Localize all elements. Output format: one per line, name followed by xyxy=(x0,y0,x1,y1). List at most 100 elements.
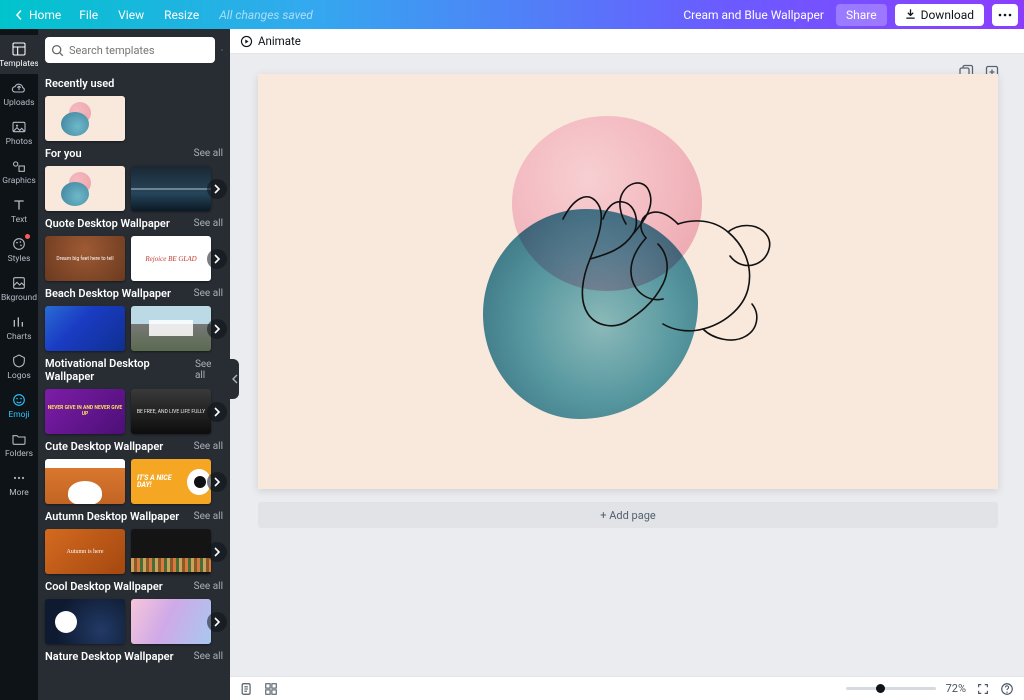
rail-charts[interactable]: Charts xyxy=(0,308,38,347)
row-next-button[interactable] xyxy=(207,402,227,422)
section-autumn-title: Autumn Desktop Wallpaper xyxy=(45,510,179,523)
background-icon xyxy=(11,275,27,291)
ellipsis-icon xyxy=(11,470,27,486)
zoom-value[interactable]: 72% xyxy=(946,682,966,695)
see-all-link[interactable]: See all xyxy=(194,288,223,299)
menu-file[interactable]: File xyxy=(69,8,108,22)
row-next-button[interactable] xyxy=(207,542,227,562)
filter-icon[interactable] xyxy=(221,42,223,58)
emoji-icon xyxy=(11,392,27,408)
template-thumb[interactable] xyxy=(45,306,125,351)
animate-button[interactable]: Animate xyxy=(240,34,301,48)
rail-folders-label: Folders xyxy=(5,449,33,459)
rail-templates[interactable]: Templates xyxy=(0,35,38,74)
template-thumb[interactable]: Rejoice BE GLAD xyxy=(131,236,211,281)
hand-line-art[interactable] xyxy=(528,164,788,404)
template-thumb[interactable]: Autumn is here xyxy=(45,529,125,574)
template-thumb[interactable]: BE FREE, AND LIVE LIFE FULLY xyxy=(131,389,211,434)
rail-uploads-label: Uploads xyxy=(3,98,34,108)
rail-photos[interactable]: Photos xyxy=(0,113,38,152)
document-name[interactable]: Cream and Blue Wallpaper xyxy=(671,8,836,22)
rail-graphics-label: Graphics xyxy=(2,176,36,186)
row-next-button[interactable] xyxy=(207,319,227,339)
section-quote-title: Quote Desktop Wallpaper xyxy=(45,217,170,230)
rail-logos-label: Logos xyxy=(7,371,30,381)
add-page-button[interactable]: + Add page xyxy=(258,502,998,528)
section-beach-title: Beach Desktop Wallpaper xyxy=(45,287,171,300)
fullscreen-icon[interactable] xyxy=(976,682,990,696)
rail-graphics[interactable]: Graphics xyxy=(0,152,38,191)
template-thumb[interactable] xyxy=(131,166,211,211)
ellipsis-icon xyxy=(998,13,1012,17)
template-thumb[interactable] xyxy=(45,459,125,504)
help-icon[interactable] xyxy=(1000,682,1014,696)
see-all-link[interactable]: See all xyxy=(194,148,223,159)
section-foryou-title: For you xyxy=(45,147,82,160)
zoom-slider[interactable] xyxy=(846,687,936,690)
rail-templates-label: Templates xyxy=(0,59,39,69)
thumb-caption: BE FREE, AND LIVE LIFE FULLY xyxy=(137,409,205,415)
menu-view[interactable]: View xyxy=(108,8,154,22)
rail-bkground[interactable]: Bkground xyxy=(0,269,38,308)
template-thumb[interactable] xyxy=(131,306,211,351)
row-next-button[interactable] xyxy=(207,249,227,269)
text-icon xyxy=(11,197,27,213)
rail-more[interactable]: More xyxy=(0,464,38,503)
more-menu-button[interactable] xyxy=(992,4,1018,26)
section-recent-title: Recently used xyxy=(45,77,114,90)
rail-text[interactable]: Text xyxy=(0,191,38,230)
add-page-label: + Add page xyxy=(600,509,655,522)
rail-uploads[interactable]: Uploads xyxy=(0,74,38,113)
chevron-left-icon xyxy=(14,10,24,20)
search-input-wrap[interactable] xyxy=(45,37,215,63)
download-icon xyxy=(905,9,916,20)
logos-icon xyxy=(11,353,27,369)
notes-icon[interactable] xyxy=(240,682,254,696)
rail-text-label: Text xyxy=(11,215,27,225)
row-next-button[interactable] xyxy=(207,612,227,632)
row-next-button[interactable] xyxy=(207,472,227,492)
animate-label: Animate xyxy=(258,34,301,48)
zoom-slider-knob[interactable] xyxy=(876,684,885,693)
template-thumb[interactable] xyxy=(45,166,125,211)
search-icon xyxy=(51,44,64,57)
canvas-stage[interactable]: + Add page xyxy=(230,54,1024,676)
section-cute-title: Cute Desktop Wallpaper xyxy=(45,440,163,453)
template-thumb[interactable] xyxy=(45,599,125,644)
see-all-link[interactable]: See all xyxy=(194,218,223,229)
design-canvas[interactable] xyxy=(258,74,998,489)
save-status: All changes saved xyxy=(209,8,323,22)
template-thumb[interactable] xyxy=(131,599,211,644)
template-thumb[interactable]: NEVER GIVE IN AND NEVER GIVE UP xyxy=(45,389,125,434)
see-all-link[interactable]: See all xyxy=(194,441,223,452)
see-all-link[interactable]: See all xyxy=(194,651,223,662)
uploads-icon xyxy=(11,80,27,96)
chevron-right-icon xyxy=(213,184,221,194)
template-thumb[interactable] xyxy=(45,96,125,141)
menu-resize[interactable]: Resize xyxy=(154,8,209,22)
rail-folders[interactable]: Folders xyxy=(0,425,38,464)
folders-icon xyxy=(11,431,27,447)
templates-scroll[interactable]: Recently used For you See all Quote Desk… xyxy=(38,71,230,700)
see-all-link[interactable]: See all xyxy=(195,359,223,381)
template-thumb[interactable]: IT'S A NICE DAY! xyxy=(131,459,211,504)
search-input[interactable] xyxy=(69,44,209,57)
grid-view-icon[interactable] xyxy=(264,682,278,696)
rail-emoji[interactable]: Emoji xyxy=(0,386,38,425)
see-all-link[interactable]: See all xyxy=(194,511,223,522)
download-button[interactable]: Download xyxy=(895,4,984,26)
section-nature-title: Nature Desktop Wallpaper xyxy=(45,650,174,663)
section-motiv-title: Motivational Desktop Wallpaper xyxy=(45,357,195,383)
template-thumb[interactable]: Dream big feet here to tell xyxy=(45,236,125,281)
rail-logos[interactable]: Logos xyxy=(0,347,38,386)
see-all-link[interactable]: See all xyxy=(194,581,223,592)
rail-styles[interactable]: Styles xyxy=(0,230,38,269)
top-bar: Home File View Resize All changes saved … xyxy=(0,0,1024,29)
share-button[interactable]: Share xyxy=(836,4,887,26)
context-toolbar: Animate xyxy=(230,29,1024,54)
template-thumb[interactable] xyxy=(131,529,211,574)
graphics-icon xyxy=(11,158,27,174)
home-button[interactable]: Home xyxy=(6,8,69,22)
thumb-caption: Dream big feet here to tell xyxy=(56,256,113,262)
row-next-button[interactable] xyxy=(207,179,227,199)
